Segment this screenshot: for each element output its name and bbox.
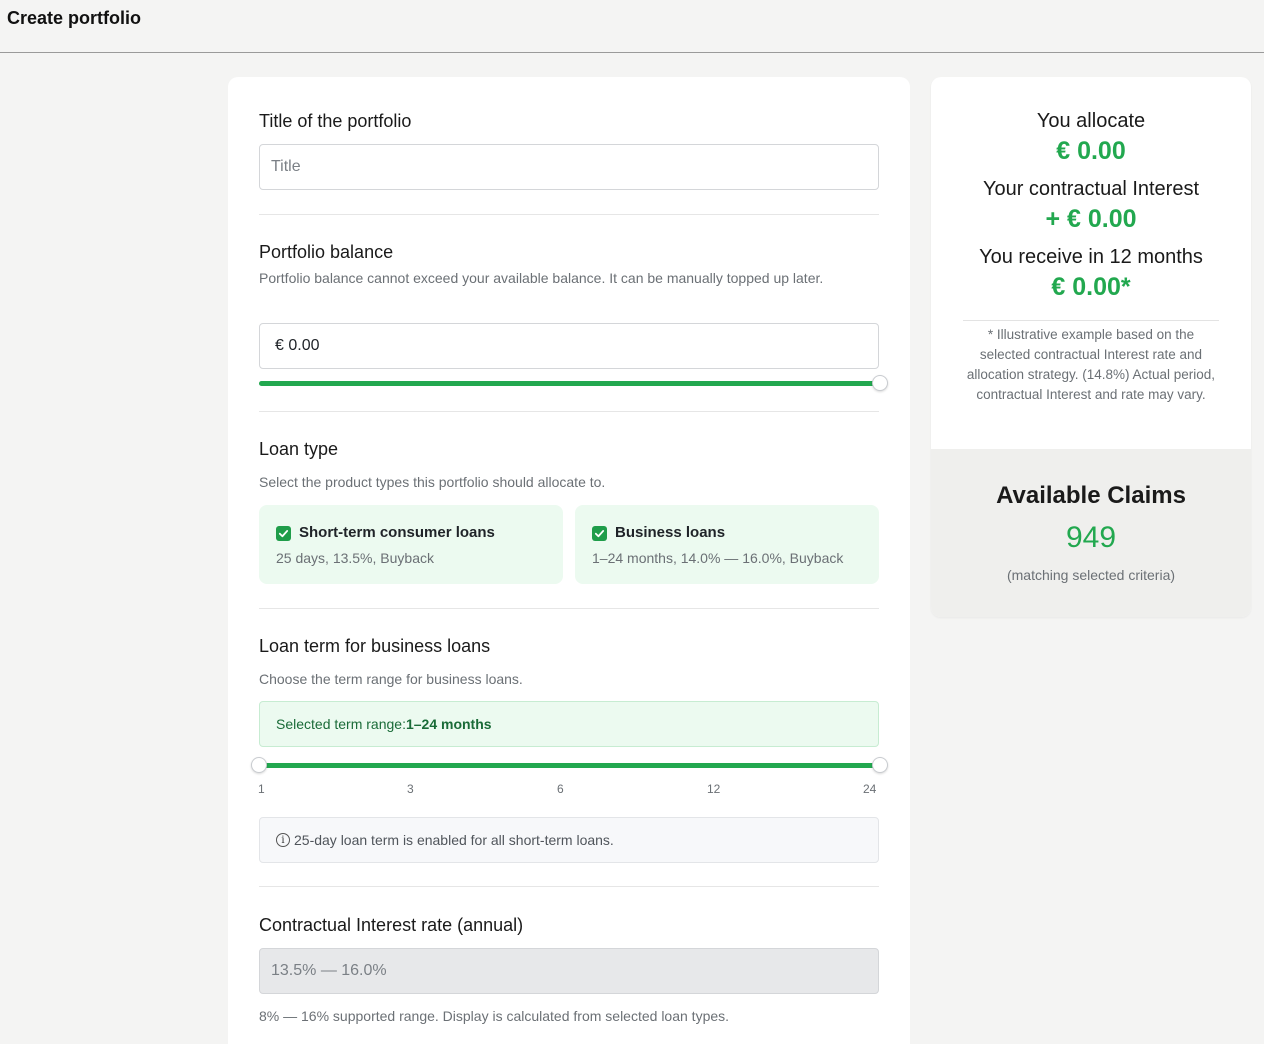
- portfolio-title-input[interactable]: [259, 144, 879, 190]
- info-icon: i: [276, 833, 290, 847]
- interest-rate-label: Contractual Interest rate (annual): [259, 915, 524, 935]
- divider: [259, 411, 879, 412]
- divider: [259, 886, 879, 887]
- term-range-fill: [259, 763, 879, 768]
- selected-term-value: 1–24 months: [405, 716, 492, 732]
- term-tick-label: 24: [863, 782, 877, 796]
- illustrative-note: * Illustrative example based on the sele…: [966, 327, 1216, 402]
- interest-label: Your contractual Interest: [982, 178, 1200, 200]
- summary-panel: You allocate € 0.00 Your contractual Int…: [931, 77, 1251, 617]
- loan-term-label: Loan term for business loans: [259, 636, 491, 656]
- portfolio-balance-value: € 0.00: [275, 337, 320, 354]
- interest-value: + € 0.00: [1045, 205, 1137, 233]
- loan-term-description: Choose the term range for business loans…: [259, 671, 523, 687]
- loan-type-description: Select the product types this portfolio …: [259, 474, 606, 490]
- loan-type-meta: 1–24 months, 14.0% — 16.0%, Buyback: [592, 550, 844, 566]
- term-range-max-handle[interactable]: [872, 757, 888, 773]
- page-title: Create portfolio: [7, 8, 142, 28]
- interest-rate-field: 13.5% — 16.0%: [259, 948, 879, 994]
- top-bar: Create portfolio: [0, 0, 1264, 53]
- loan-type-option-business[interactable]: Business loans 1–24 months, 14.0% — 16.0…: [575, 505, 879, 584]
- available-claims: Available Claims 949 (matching selected …: [931, 449, 1251, 617]
- loan-type-name: Short-term consumer loans: [299, 524, 495, 541]
- balance-slider-fill: [259, 381, 879, 386]
- term-tick-label: 3: [407, 782, 414, 796]
- selected-term-prefix: Selected term range:: [276, 716, 406, 732]
- balance-slider-handle[interactable]: [872, 375, 888, 391]
- term-tick-label: 12: [707, 782, 721, 796]
- selected-term-range: Selected term range: 1–24 months: [259, 701, 879, 747]
- allocate-value: € 0.00: [1056, 137, 1126, 165]
- claims-subtitle: (matching selected criteria): [1006, 567, 1176, 583]
- interest-rate-note: 8% — 16% supported range. Display is cal…: [259, 1008, 730, 1024]
- loan-type-meta: 25 days, 13.5%, Buyback: [276, 550, 434, 566]
- loan-type-name: Business loans: [615, 524, 726, 541]
- checkbox-checked-icon[interactable]: [276, 526, 291, 541]
- receive-label: You receive in 12 months: [979, 246, 1203, 268]
- portfolio-balance-label: Portfolio balance: [259, 242, 394, 262]
- balance-slider[interactable]: [259, 375, 888, 391]
- loan-type-option-short-term[interactable]: Short-term consumer loans 25 days, 13.5%…: [259, 505, 563, 584]
- interest-rate-value: 13.5% — 16.0%: [271, 962, 387, 979]
- divider: [963, 320, 1219, 321]
- term-tick-label: 1: [258, 782, 265, 796]
- divider: [259, 214, 879, 215]
- checkbox-checked-icon[interactable]: [592, 526, 607, 541]
- loan-type-label: Loan type: [259, 439, 339, 459]
- divider: [259, 608, 879, 609]
- portfolio-form: Title of the portfolio Portfolio balance…: [228, 77, 910, 1044]
- portfolio-balance-description: Portfolio balance cannot exceed your ava…: [259, 270, 824, 286]
- allocate-label: You allocate: [1036, 110, 1146, 132]
- term-tick-label: 6: [557, 782, 564, 796]
- portfolio-title-label: Title of the portfolio: [259, 111, 412, 131]
- term-range-slider[interactable]: [251, 757, 888, 773]
- term-range-min-handle[interactable]: [251, 757, 267, 773]
- receive-value: € 0.00*: [1051, 273, 1131, 301]
- claims-title: Available Claims: [996, 482, 1186, 509]
- term-info-notice: i 25-day loan term is enabled for all sh…: [259, 817, 879, 863]
- claims-count: 949: [1065, 521, 1117, 554]
- term-info-text: 25-day loan term is enabled for all shor…: [294, 832, 614, 848]
- portfolio-balance-input[interactable]: € 0.00: [259, 323, 879, 369]
